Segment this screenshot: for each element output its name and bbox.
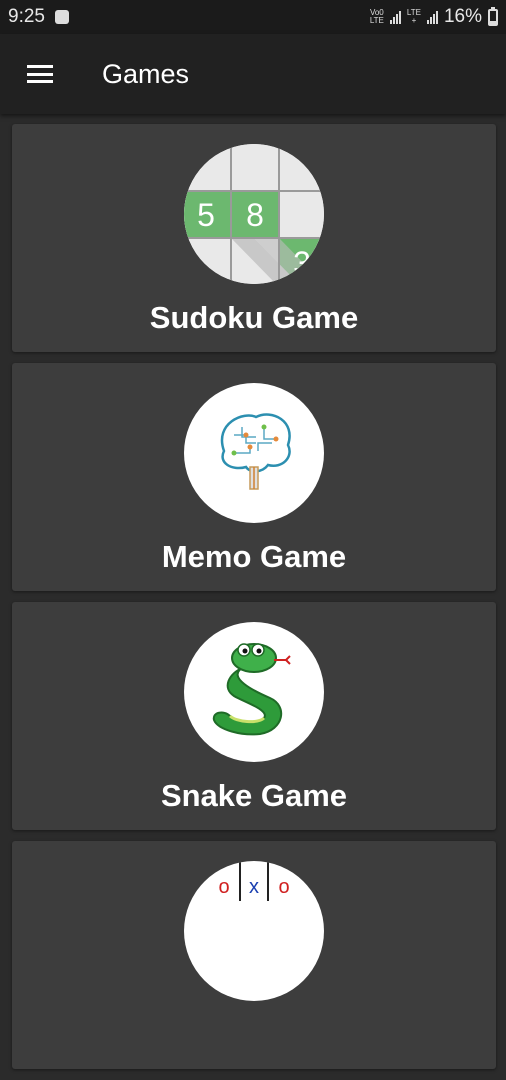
hamburger-icon [27, 65, 53, 83]
page-title: Games [102, 58, 190, 89]
game-title: Sudoku Game [149, 300, 359, 335]
snake-icon [184, 622, 324, 762]
status-bar: 9:25 Vo0 LTE LTE + 16% [0, 0, 506, 34]
game-title: Snake Game [160, 778, 348, 813]
menu-button[interactable] [0, 34, 80, 114]
volte-indicator: Vo0 LTE [369, 8, 384, 25]
battery-percent: 16% [443, 6, 482, 27]
app-bar: Games [0, 34, 506, 114]
sudoku-icon: 5 8 3 [184, 144, 324, 284]
game-title: Memo Game [161, 539, 347, 574]
battery-fill [490, 21, 496, 24]
signal-strength-icon [389, 10, 401, 24]
tic-tac-toe-symbol: o [278, 876, 289, 898]
game-card-snake[interactable]: Snake Game [12, 602, 496, 830]
tic-tac-toe-icon: o x o [184, 861, 324, 1001]
lte-indicator: LTE + [406, 8, 421, 25]
games-list: 5 8 3 Sudoku Game Memo Game Snake Game o… [12, 124, 496, 1080]
signal-strength-2-icon [426, 10, 438, 24]
notification-icon [54, 10, 69, 24]
sudoku-digit: 3 [293, 245, 311, 281]
status-time: 9:25 [8, 6, 45, 27]
battery-icon [488, 6, 498, 26]
game-card-sudoku[interactable]: 5 8 3 Sudoku Game [12, 124, 496, 352]
brain-icon [184, 383, 324, 523]
tic-tac-toe-symbol: o [218, 876, 229, 898]
sudoku-digit: 8 [246, 197, 264, 233]
game-card-tic-tac-toe[interactable]: o x o [12, 841, 496, 1069]
sudoku-digit: 5 [197, 197, 215, 233]
sudoku-grid: 5 8 3 [184, 144, 324, 284]
game-card-memo[interactable]: Memo Game [12, 363, 496, 591]
tic-tac-toe-symbol: x [249, 876, 259, 898]
